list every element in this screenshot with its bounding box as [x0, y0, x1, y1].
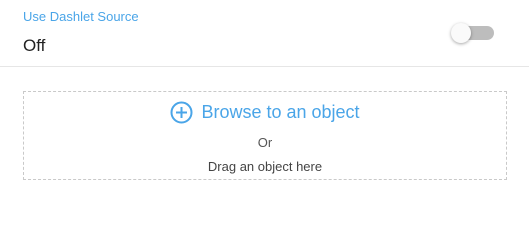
dashlet-source-toggle[interactable]: [450, 23, 496, 43]
dashlet-source-row: Use Dashlet Source Off: [0, 0, 529, 67]
plus-circle-icon: [170, 101, 193, 124]
dashlet-source-label: Use Dashlet Source: [23, 9, 139, 24]
browse-object-label: Browse to an object: [201, 102, 360, 122]
or-separator-text: Or: [257, 135, 273, 150]
drag-object-hint: Drag an object here: [207, 159, 323, 174]
toggle-thumb: [451, 23, 471, 43]
object-drop-zone[interactable]: Browse to an object Or Drag an object he…: [23, 91, 507, 180]
browse-object-link[interactable]: Browse to an object: [24, 100, 506, 124]
dashlet-source-value: Off: [23, 36, 46, 55]
